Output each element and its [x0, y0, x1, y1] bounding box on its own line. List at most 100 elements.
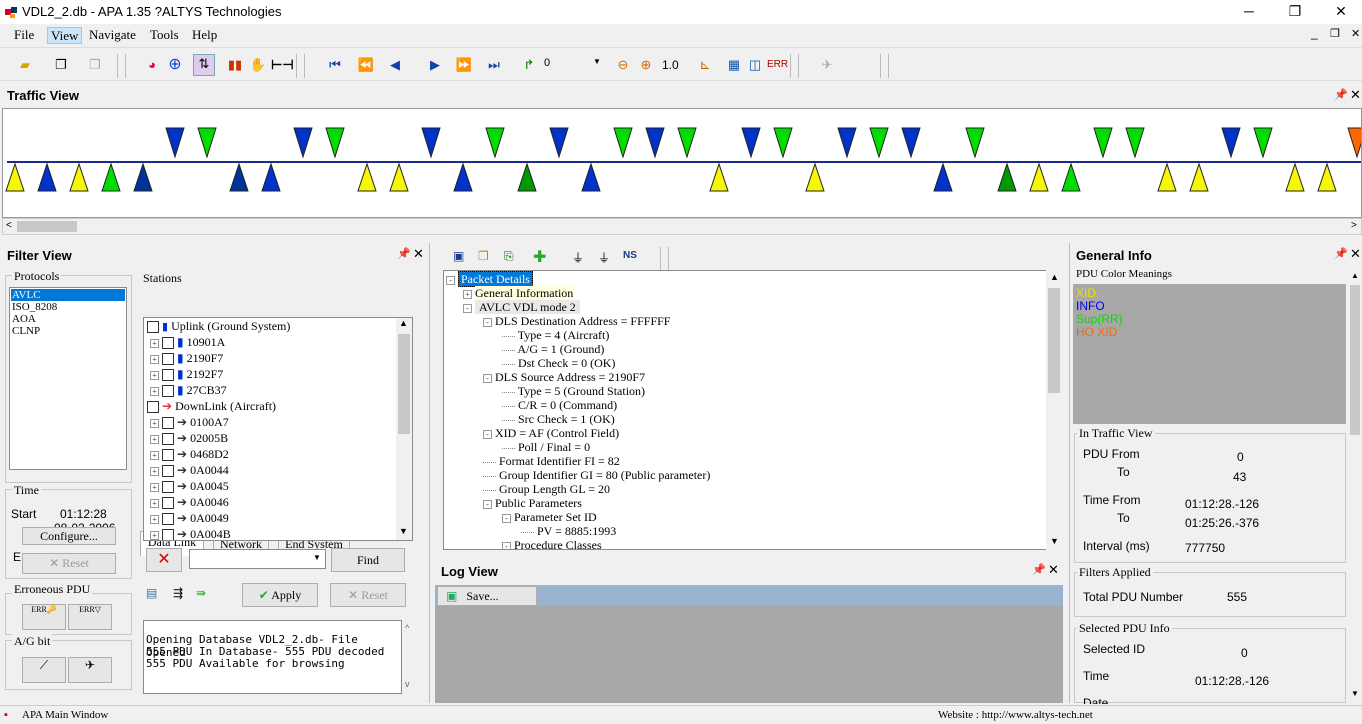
expand-icon[interactable]: + [150, 386, 159, 396]
expand-icon[interactable]: + [150, 434, 159, 444]
scroll-up-icon[interactable]: ▲ [399, 318, 408, 328]
pin-icon[interactable]: 📌 [1032, 563, 1046, 576]
uplink-pdu-marker[interactable] [549, 127, 569, 159]
collapse-icon[interactable]: - [446, 275, 455, 285]
scroll-thumb[interactable] [398, 334, 410, 434]
funnel-icon[interactable]: ⏚ [572, 249, 584, 266]
protocols-list[interactable]: AVLC ISO_8208 AOA CLNP [9, 287, 127, 470]
scroll-up-icon[interactable]: ^ [405, 623, 409, 633]
list-arrow-icon[interactable]: ⇶ [173, 586, 183, 600]
uplink-pdu-marker[interactable] [677, 127, 697, 159]
checkbox[interactable] [162, 353, 174, 366]
color-wheel-icon[interactable]: ◕ [143, 56, 161, 74]
station-item[interactable]: + ▮ 2192F7 [150, 366, 223, 382]
uplink-pdu-marker[interactable] [965, 127, 985, 159]
pin-icon[interactable]: 📌 [1334, 247, 1348, 260]
open-icon[interactable]: ❒ [478, 249, 489, 263]
downlink-pdu-marker[interactable] [1285, 162, 1305, 192]
downlink-pdu-marker[interactable] [389, 162, 409, 192]
station-item[interactable]: + ➔ 0100A7 [150, 414, 229, 430]
toolbar-grip-3[interactable] [790, 54, 799, 78]
vertical-arrows-icon[interactable]: ⇅ [193, 54, 215, 76]
stations-scrollbar[interactable]: ▲ ▼ [396, 318, 412, 540]
downlink-pdu-marker[interactable] [581, 162, 601, 192]
goto-combo[interactable]: 0 ▼ [540, 56, 604, 74]
downlink-pdu-marker[interactable] [69, 162, 89, 192]
uplink-pdu-marker[interactable] [645, 127, 665, 159]
error-filter-icon[interactable]: ERR [767, 56, 788, 74]
list-apply-icon[interactable]: ⇛ [196, 586, 206, 600]
expand-icon[interactable]: + [150, 498, 159, 508]
uplink-pdu-marker[interactable] [1093, 127, 1113, 159]
downlink-pdu-marker[interactable] [37, 162, 57, 192]
expand-icon[interactable]: + [150, 450, 159, 460]
uplink-pdu-marker[interactable] [1253, 127, 1273, 159]
uplink-pdu-marker[interactable] [165, 127, 185, 159]
collapse-icon[interactable]: - [483, 317, 492, 327]
mdi-restore-button[interactable]: ❐ [1330, 27, 1340, 40]
maximize-button[interactable]: ❐ [1272, 0, 1318, 24]
funnel-clear-icon[interactable]: ⏚ [598, 249, 610, 266]
mdi-minimize-button[interactable]: _ [1311, 26, 1318, 40]
menu-view[interactable]: View [47, 27, 83, 44]
station-item[interactable]: + ▮ 27CB37 [150, 382, 227, 398]
expand-icon[interactable]: + [150, 370, 159, 380]
report-icon[interactable]: ▤ [146, 586, 157, 600]
scroll-thumb[interactable] [17, 221, 77, 232]
traffic-view[interactable] [2, 108, 1362, 218]
downlink-pdu-marker[interactable] [1157, 162, 1177, 192]
copy-icon[interactable]: ❐ [52, 56, 70, 74]
open-folder-icon[interactable]: ▰ [16, 56, 34, 74]
station-item[interactable]: + ➔ 0468D2 [150, 446, 229, 462]
table-icon[interactable]: ▦ [725, 56, 743, 74]
scroll-up-icon[interactable]: ▲ [1050, 272, 1059, 282]
downlink-pdu-marker[interactable] [709, 162, 729, 192]
mdi-close-button[interactable]: ✕ [1351, 27, 1360, 40]
menu-tools[interactable]: Tools [147, 27, 182, 44]
collapse-icon[interactable]: - [483, 429, 492, 439]
pin-icon[interactable]: 📌 [1334, 88, 1348, 101]
export-icon[interactable]: ⎘ [504, 249, 514, 264]
expand-icon[interactable]: + [150, 466, 159, 476]
scroll-thumb[interactable] [1350, 285, 1360, 435]
collapse-icon[interactable]: - [483, 499, 492, 509]
protocol-item-avlc[interactable]: AVLC [11, 289, 125, 301]
save-log-button[interactable]: ▣ Save... [437, 586, 537, 606]
err-filter-button[interactable]: ERR▽ [68, 604, 112, 630]
scroll-down-icon[interactable]: v [405, 679, 410, 689]
general-info-scrollbar[interactable]: ▲ ▼ [1348, 269, 1362, 703]
ground-bit-button[interactable]: ⟋ [22, 657, 66, 683]
downlink-pdu-marker[interactable] [805, 162, 825, 192]
downlink-pdu-marker[interactable] [1029, 162, 1049, 192]
expand-icon[interactable]: + [150, 354, 159, 364]
downlink-pdu-marker[interactable] [357, 162, 377, 192]
downlink-pdu-marker[interactable] [1061, 162, 1081, 192]
uplink-pdu-marker[interactable] [1221, 127, 1241, 159]
fast-back-icon[interactable]: ⏪ [357, 56, 375, 74]
downlink-pdu-marker[interactable] [133, 162, 153, 192]
protocol-item-iso8208[interactable]: ISO_8208 [12, 301, 57, 313]
checkbox[interactable] [162, 385, 174, 398]
collapse-icon[interactable]: - [483, 373, 492, 383]
scroll-left-icon[interactable]: < [6, 220, 12, 231]
packet-details-tree[interactable]: - Packet Details + General Information -… [443, 270, 1062, 550]
checkbox[interactable] [162, 417, 174, 430]
save-icon[interactable]: ▣ [453, 249, 464, 263]
scroll-down-icon[interactable]: ▼ [399, 526, 408, 536]
collapse-icon[interactable]: - [502, 541, 511, 549]
scroll-thumb[interactable] [1048, 288, 1060, 393]
downlink-pdu-marker[interactable] [997, 162, 1017, 192]
station-item[interactable]: + ➔ 0A0044 [150, 462, 229, 478]
downlink-pdu-marker[interactable] [229, 162, 249, 192]
uplink-pdu-marker[interactable] [485, 127, 505, 159]
close-icon[interactable]: ✕ [1350, 87, 1361, 103]
station-item[interactable]: + ➔ 0A0046 [150, 494, 229, 510]
aircraft-bit-button[interactable]: ✈ [68, 657, 112, 683]
next-icon[interactable]: ▶ [426, 56, 444, 74]
apply-button[interactable]: ✔ Apply [242, 583, 318, 607]
scroll-up-icon[interactable]: ▲ [1351, 271, 1359, 280]
uplink-pdu-marker[interactable] [1125, 127, 1145, 159]
clear-button[interactable]: ✕ [146, 548, 182, 572]
uplink-pdu-marker[interactable] [421, 127, 441, 159]
traffic-horizontal-scrollbar[interactable]: < > [2, 218, 1362, 235]
